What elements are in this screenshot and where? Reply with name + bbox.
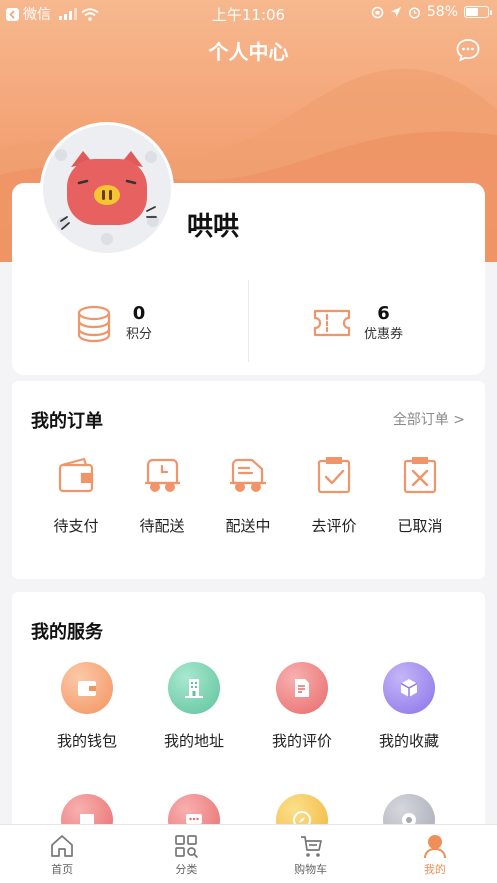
stat-coupons[interactable]: 6 优惠券 bbox=[312, 295, 403, 351]
stat-points[interactable]: 0 积分 bbox=[74, 295, 152, 351]
tab-label: 购物车 bbox=[294, 863, 328, 876]
tab-category[interactable]: 分类 bbox=[124, 825, 248, 883]
service-label: 我的收藏 bbox=[378, 732, 439, 750]
points-value: 0 bbox=[132, 303, 146, 324]
order-to-review[interactable]: 去评价 bbox=[291, 455, 377, 536]
avatar[interactable] bbox=[40, 122, 174, 256]
services-card: 我的服务 我的钱包 我的地址 我的评价 我的收藏 bbox=[12, 592, 485, 852]
delivery-truck-icon bbox=[230, 458, 266, 492]
delivery-truck-clock-icon bbox=[145, 458, 180, 492]
category-grid-icon bbox=[175, 835, 199, 858]
service-icon-circle bbox=[168, 662, 220, 714]
battery-percent: 58% bbox=[426, 4, 458, 20]
title-bar: 个人中心 bbox=[0, 32, 497, 66]
service-icon-circle bbox=[61, 662, 113, 714]
service-reviews[interactable]: 我的评价 bbox=[252, 662, 352, 751]
wallet-icon bbox=[78, 681, 96, 696]
service-address[interactable]: 我的地址 bbox=[144, 662, 244, 751]
coupons-value: 6 bbox=[377, 303, 390, 324]
battery-icon bbox=[464, 6, 492, 18]
building-icon bbox=[185, 679, 203, 698]
order-label: 待支付 bbox=[53, 517, 99, 535]
order-label: 已取消 bbox=[397, 517, 443, 535]
cart-icon bbox=[300, 836, 322, 857]
order-label: 配送中 bbox=[225, 517, 271, 535]
cancel-x-icon bbox=[403, 457, 437, 494]
points-label: 积分 bbox=[126, 327, 153, 342]
alarm-icon bbox=[408, 6, 420, 19]
location-icon bbox=[390, 7, 401, 17]
page-title: 个人中心 bbox=[208, 40, 289, 64]
username[interactable]: 哄哄 bbox=[187, 206, 239, 243]
tab-label: 我的 bbox=[423, 863, 446, 876]
order-in-delivery[interactable]: 配送中 bbox=[205, 455, 291, 536]
tab-label: 首页 bbox=[51, 863, 74, 876]
coupons-label: 优惠券 bbox=[364, 327, 404, 342]
service-label: 我的地址 bbox=[163, 732, 224, 750]
service-label: 我的钱包 bbox=[56, 732, 117, 750]
tab-home[interactable]: 首页 bbox=[0, 825, 124, 883]
order-label: 待配送 bbox=[139, 517, 185, 535]
status-bar: 微信 上午11:06 58% bbox=[0, 0, 497, 26]
pig-avatar-icon bbox=[43, 125, 171, 253]
tab-mine[interactable]: 我的 bbox=[373, 825, 497, 883]
order-pending-payment[interactable]: 待支付 bbox=[33, 455, 119, 536]
orders-card: 我的订单 全部订单 > 待支付 待配送 配送中 去评价 已取消 bbox=[12, 381, 485, 579]
message-icon[interactable] bbox=[455, 37, 481, 63]
review-check-icon bbox=[317, 457, 351, 494]
orders-title: 我的订单 bbox=[31, 411, 103, 432]
tab-cart[interactable]: 购物车 bbox=[249, 825, 373, 883]
orientation-lock-icon bbox=[371, 6, 384, 18]
order-cancelled[interactable]: 已取消 bbox=[377, 455, 463, 536]
document-edit-icon bbox=[295, 679, 309, 697]
services-title: 我的服务 bbox=[31, 622, 103, 643]
wallet-icon bbox=[58, 457, 94, 493]
user-icon bbox=[423, 835, 446, 859]
all-orders-link[interactable]: 全部订单 > bbox=[393, 409, 465, 429]
order-label: 去评价 bbox=[311, 517, 357, 535]
order-pending-delivery[interactable]: 待配送 bbox=[119, 455, 205, 536]
coupon-icon bbox=[313, 309, 351, 337]
stat-divider bbox=[248, 280, 249, 362]
service-icon-circle bbox=[276, 662, 328, 714]
service-wallet[interactable]: 我的钱包 bbox=[37, 662, 137, 751]
cube-icon bbox=[400, 679, 418, 697]
service-icon-circle bbox=[383, 662, 435, 714]
service-label: 我的评价 bbox=[271, 732, 332, 750]
tab-bar: 首页 分类 购物车 我的 bbox=[0, 824, 497, 883]
home-icon bbox=[51, 835, 73, 857]
coins-icon bbox=[77, 305, 111, 343]
tab-label: 分类 bbox=[175, 863, 198, 876]
service-favorites[interactable]: 我的收藏 bbox=[359, 662, 459, 751]
